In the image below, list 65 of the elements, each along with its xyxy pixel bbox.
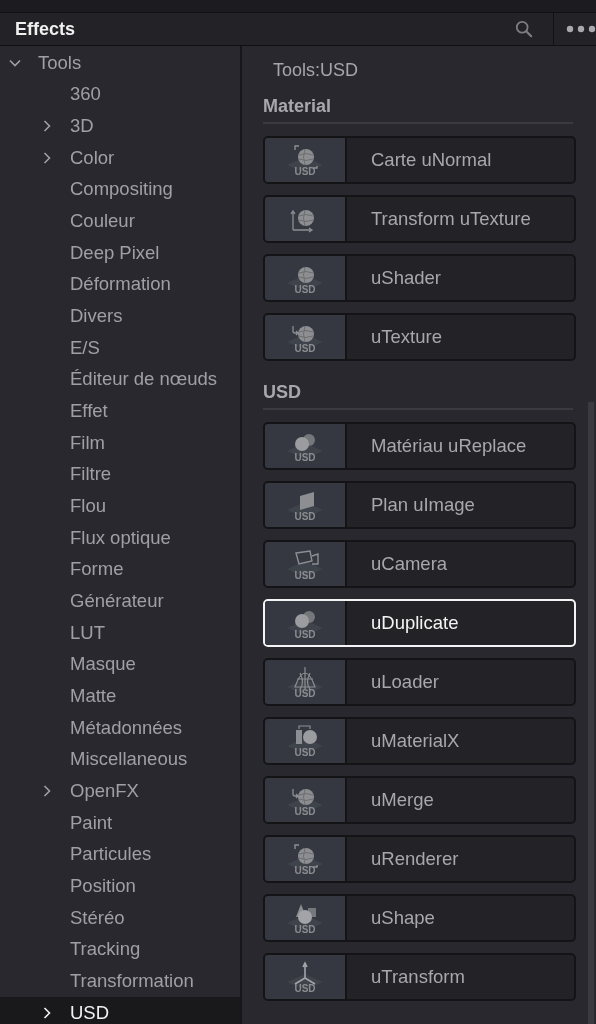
tree-item[interactable]: 3D xyxy=(0,110,240,142)
tree-item[interactable]: LUT xyxy=(0,616,240,649)
usd-label: USD xyxy=(294,512,316,522)
usd-label: USD xyxy=(294,571,316,581)
tree-item[interactable]: Position xyxy=(0,870,240,902)
tree-item[interactable]: Film xyxy=(0,426,240,459)
tool-button[interactable]: USD Matériau uReplace xyxy=(263,422,576,470)
usd-label: USD xyxy=(294,689,316,699)
tree-item[interactable]: Stéréo xyxy=(0,901,240,934)
tree-item[interactable]: Tracking xyxy=(0,933,240,966)
tree-item[interactable]: Éditeur de nœuds xyxy=(0,363,240,396)
tree-item[interactable]: Divers xyxy=(0,300,240,332)
panel-title: Effects xyxy=(14,18,76,40)
tool-button[interactable]: USD uShape xyxy=(263,894,576,942)
usd-label: USD xyxy=(294,748,316,758)
tree-item[interactable]: Compositing xyxy=(0,173,240,206)
usd-label: USD xyxy=(294,453,316,463)
tree-item[interactable]: Matte xyxy=(0,680,240,712)
tree-item[interactable]: Particules xyxy=(0,838,240,871)
tool-button[interactable]: USD uShader xyxy=(263,254,576,302)
tree-item[interactable]: 360 xyxy=(0,78,240,111)
usd-label: USD xyxy=(294,344,316,354)
tree-item[interactable]: Flux optique xyxy=(0,521,240,554)
tool-button[interactable]: USD Plan uImage xyxy=(263,481,576,529)
usd-label: USD xyxy=(294,807,316,817)
tree-item[interactable]: OpenFX xyxy=(0,775,240,807)
tree-item[interactable]: Générateur xyxy=(0,585,240,617)
tree-item[interactable]: Deep Pixel xyxy=(0,236,240,269)
usd-label: USD xyxy=(294,167,316,177)
breadcrumb: Tools:USD xyxy=(272,60,360,82)
section-heading: Material xyxy=(263,95,573,124)
tool-button[interactable]: USD uMaterialX xyxy=(263,717,576,765)
tool-button[interactable]: USD uTransform xyxy=(263,953,576,1001)
tree-item[interactable]: Color xyxy=(0,141,240,174)
tree-item[interactable]: Transformation xyxy=(0,965,240,997)
tree-item[interactable]: Paint xyxy=(0,806,240,839)
tree-item[interactable]: Filtre xyxy=(0,458,240,491)
usd-label: USD xyxy=(294,925,316,935)
tool-button[interactable]: USD Carte uNormal xyxy=(263,136,576,184)
tree-item[interactable]: Couleur xyxy=(0,205,240,237)
search-icon[interactable] xyxy=(515,20,533,38)
tool-button[interactable]: Transform uTexture xyxy=(263,195,576,243)
usd-label: USD xyxy=(294,630,316,640)
tree-item[interactable]: Forme xyxy=(0,553,240,586)
tree-item[interactable]: USD xyxy=(0,996,240,1024)
tool-button[interactable]: USD uCamera xyxy=(263,540,576,588)
section-heading: USD xyxy=(263,381,573,410)
chevron-right-icon[interactable] xyxy=(41,1006,53,1019)
tool-button[interactable]: USD uDuplicate xyxy=(263,599,576,647)
tree-item[interactable]: Miscellaneous xyxy=(0,743,240,776)
tool-button[interactable]: USD uMerge xyxy=(263,776,576,824)
tree-item[interactable]: E/S xyxy=(0,331,240,364)
tool-button[interactable]: USD uTexture xyxy=(263,313,576,361)
tree-item[interactable]: Effet xyxy=(0,395,240,427)
tree-item[interactable]: Masque xyxy=(0,648,240,681)
usd-label: USD xyxy=(294,285,316,295)
tree-item[interactable]: Déformation xyxy=(0,268,240,301)
usd-label: USD xyxy=(294,984,316,994)
usd-label: USD xyxy=(294,866,316,876)
more-icon[interactable] xyxy=(566,25,596,33)
tool-button[interactable]: USD uRenderer xyxy=(263,835,576,883)
tree-item[interactable]: Flou xyxy=(0,490,240,522)
tree-item[interactable]: Tools xyxy=(0,47,240,79)
tree-item[interactable]: Métadonnées xyxy=(0,711,240,744)
tool-button[interactable]: USD uLoader xyxy=(263,658,576,706)
